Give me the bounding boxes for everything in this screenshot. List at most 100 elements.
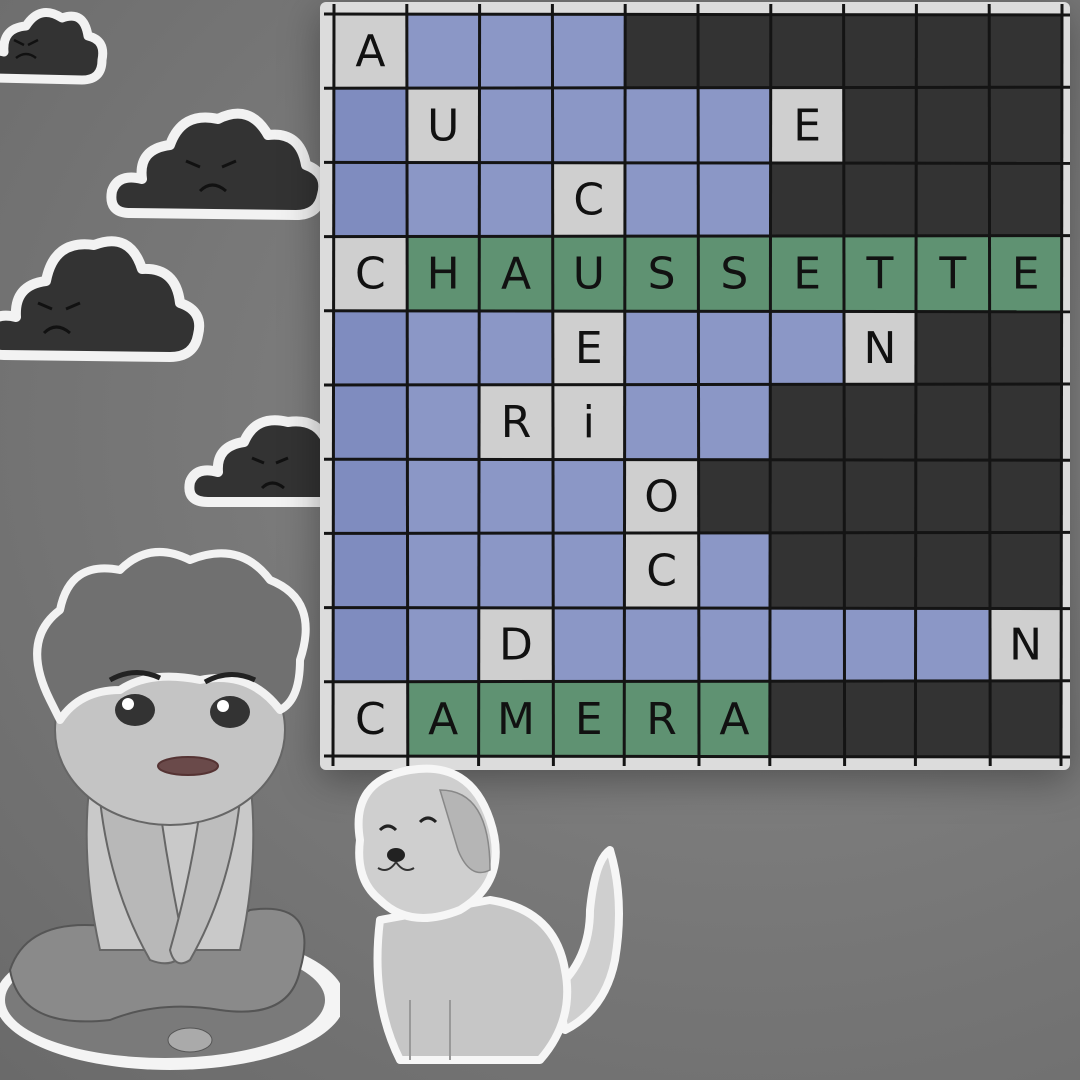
crossword-cell[interactable] <box>698 88 771 163</box>
crossword-cell[interactable] <box>989 88 1062 163</box>
crossword-cell[interactable] <box>552 459 626 534</box>
crossword-cell[interactable] <box>625 88 698 163</box>
crossword-cell[interactable] <box>770 459 844 534</box>
crossword-letter: C <box>573 175 604 226</box>
grid-line <box>323 606 1070 611</box>
crossword-cell[interactable] <box>916 459 990 534</box>
crossword-cell[interactable] <box>698 607 771 682</box>
crossword-cell[interactable] <box>552 14 626 89</box>
crossword-cell[interactable] <box>843 607 917 682</box>
crossword-letter: A <box>428 694 458 745</box>
crossword-cell[interactable] <box>916 88 990 163</box>
crossword-letter: R <box>501 397 532 448</box>
crossword-cell[interactable] <box>989 162 1062 237</box>
crossword-cell[interactable] <box>479 459 553 534</box>
crossword-cell[interactable] <box>916 533 990 608</box>
crossword-cell[interactable] <box>770 681 844 756</box>
crossword-cell[interactable] <box>916 162 990 237</box>
crossword-cell[interactable] <box>770 310 844 385</box>
crossword-cell[interactable] <box>989 385 1062 460</box>
crossword-cell[interactable] <box>334 162 407 237</box>
crossword-cell[interactable] <box>916 607 990 682</box>
crossword-cell[interactable] <box>625 607 698 682</box>
grid-line <box>323 754 1070 759</box>
sad-cloud-icon <box>0 236 205 362</box>
crossword-cell[interactable] <box>552 533 626 608</box>
crossword-letter: U <box>573 249 605 300</box>
crossword-cell[interactable] <box>698 310 771 385</box>
game-scene: AUECCHAUSSETTEENRiOCDNCAMERA <box>0 0 1080 1080</box>
grid-line <box>987 3 992 767</box>
crossword-cell[interactable] <box>479 14 553 89</box>
crossword-cell[interactable] <box>625 310 698 385</box>
grid-line <box>842 3 847 767</box>
crossword-cell[interactable] <box>334 533 407 608</box>
crossword-cell[interactable] <box>479 88 553 163</box>
crossword-cell[interactable] <box>770 14 844 89</box>
crossword-cell[interactable] <box>770 162 844 237</box>
crossword-cell[interactable] <box>916 681 990 756</box>
crossword-cell[interactable] <box>843 14 917 89</box>
crossword-cell[interactable] <box>479 533 553 608</box>
crossword-cell[interactable] <box>406 14 480 89</box>
crossword-cell[interactable] <box>406 533 480 608</box>
happy-dog-illustration <box>354 764 623 1064</box>
crossword-cell[interactable] <box>479 310 553 385</box>
crossword-cell[interactable] <box>770 533 844 608</box>
crossword-cell[interactable] <box>406 385 480 460</box>
crossword-letter: E <box>793 100 821 151</box>
crossword-cell[interactable] <box>989 459 1062 534</box>
crossword-cell[interactable] <box>770 607 844 682</box>
crossword-cell[interactable] <box>843 459 917 534</box>
crossword-cell[interactable] <box>625 385 698 460</box>
grid-line <box>323 382 1070 387</box>
crossword-cell[interactable] <box>698 162 771 237</box>
crossword-cell[interactable] <box>625 162 698 237</box>
crossword-cell[interactable] <box>843 385 917 460</box>
crossword-letter: E <box>793 249 821 300</box>
crossword-cell[interactable] <box>479 162 553 237</box>
grid-line <box>323 457 1070 462</box>
crossword-letter: O <box>644 471 679 522</box>
crossword-letter: A <box>719 694 749 745</box>
grid-line <box>323 530 1070 535</box>
grid-line <box>768 3 773 767</box>
crossword-cell[interactable] <box>552 88 626 163</box>
crossword-letter: S <box>720 249 748 300</box>
crossword-cell[interactable] <box>770 385 844 460</box>
crossword-letter: R <box>646 694 677 745</box>
crossword-cell[interactable] <box>843 88 917 163</box>
crossword-cell[interactable] <box>698 459 771 534</box>
crossword-cell[interactable] <box>916 310 990 385</box>
crossword-letter: N <box>1009 620 1042 671</box>
crossword-letter: C <box>646 546 677 597</box>
crossword-cell[interactable] <box>625 14 698 89</box>
crossword-cell[interactable] <box>406 162 480 237</box>
crossword-cell[interactable] <box>916 14 990 89</box>
crossword-cell[interactable] <box>989 310 1062 385</box>
sad-cloud-icon <box>184 415 330 507</box>
crossword-cell[interactable] <box>334 385 407 460</box>
crossword-cell[interactable] <box>406 607 480 682</box>
grid-line <box>913 3 918 767</box>
crossword-cell[interactable] <box>989 14 1062 89</box>
crossword-cell[interactable] <box>334 310 407 385</box>
crossword-cell[interactable] <box>334 88 407 163</box>
crossword-cell[interactable] <box>843 162 917 237</box>
crossword-cell[interactable] <box>989 533 1062 608</box>
crossword-cell[interactable] <box>406 310 480 385</box>
crossword-cell[interactable] <box>698 533 771 608</box>
crossword-cell[interactable] <box>843 681 917 756</box>
crossword-cell[interactable] <box>698 14 771 89</box>
crossword-letter: A <box>355 26 385 77</box>
crossword-letter: N <box>864 323 897 374</box>
crossword-cell[interactable] <box>334 607 407 682</box>
crossword-cell[interactable] <box>406 459 480 534</box>
crossword-cell[interactable] <box>989 681 1062 756</box>
crossword-cell[interactable] <box>552 607 626 682</box>
crossword-letter: i <box>583 397 595 448</box>
crossword-cell[interactable] <box>843 533 917 608</box>
crossword-cell[interactable] <box>334 459 407 534</box>
crossword-cell[interactable] <box>916 385 990 460</box>
crossword-cell[interactable] <box>698 385 771 460</box>
